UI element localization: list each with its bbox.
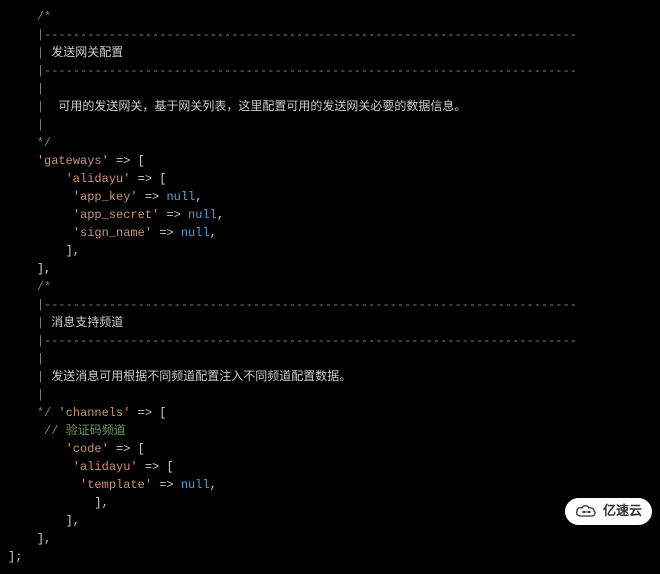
code-line: |---------------------------------------… — [8, 26, 660, 44]
code-line: | — [8, 80, 660, 98]
code-line: | 发送消息可用根据不同频道配置注入不同频道配置数据。 — [8, 368, 660, 386]
code-line: ], — [8, 242, 660, 260]
code-line: | 消息支持频道 — [8, 314, 660, 332]
code-line: ], — [8, 494, 660, 512]
code-line: |---------------------------------------… — [8, 62, 660, 80]
code-line: */ — [8, 134, 660, 152]
code-line: | — [8, 386, 660, 404]
code-line: 'alidayu' => [ — [8, 170, 660, 188]
code-line: */ 'channels' => [ — [8, 404, 660, 422]
code-line: // 验证码频道 — [8, 422, 660, 440]
code-line: | 可用的发送网关，基于网关列表，这里配置可用的发送网关必要的数据信息。 — [8, 98, 660, 116]
code-line: | 发送网关配置 — [8, 44, 660, 62]
code-line: ], — [8, 512, 660, 530]
watermark-text: 亿速云 — [603, 502, 642, 522]
code-line: 'template' => null, — [8, 476, 660, 494]
code-line: ]; — [8, 548, 660, 566]
code-line: /* — [8, 278, 660, 296]
watermark-badge: 亿速云 — [565, 498, 652, 526]
code-line: |---------------------------------------… — [8, 296, 660, 314]
code-line: ], — [8, 260, 660, 278]
code-line: 'alidayu' => [ — [8, 458, 660, 476]
code-line: 'gateways' => [ — [8, 152, 660, 170]
code-line: 'code' => [ — [8, 440, 660, 458]
code-line: 'sign_name' => null, — [8, 224, 660, 242]
code-line: |---------------------------------------… — [8, 332, 660, 350]
code-block: /* |------------------------------------… — [0, 0, 660, 574]
code-line: 'app_secret' => null, — [8, 206, 660, 224]
cloud-icon — [575, 504, 597, 518]
code-line: /* — [8, 8, 660, 26]
code-line: | — [8, 350, 660, 368]
code-line: | — [8, 116, 660, 134]
code-line: 'app_key' => null, — [8, 188, 660, 206]
